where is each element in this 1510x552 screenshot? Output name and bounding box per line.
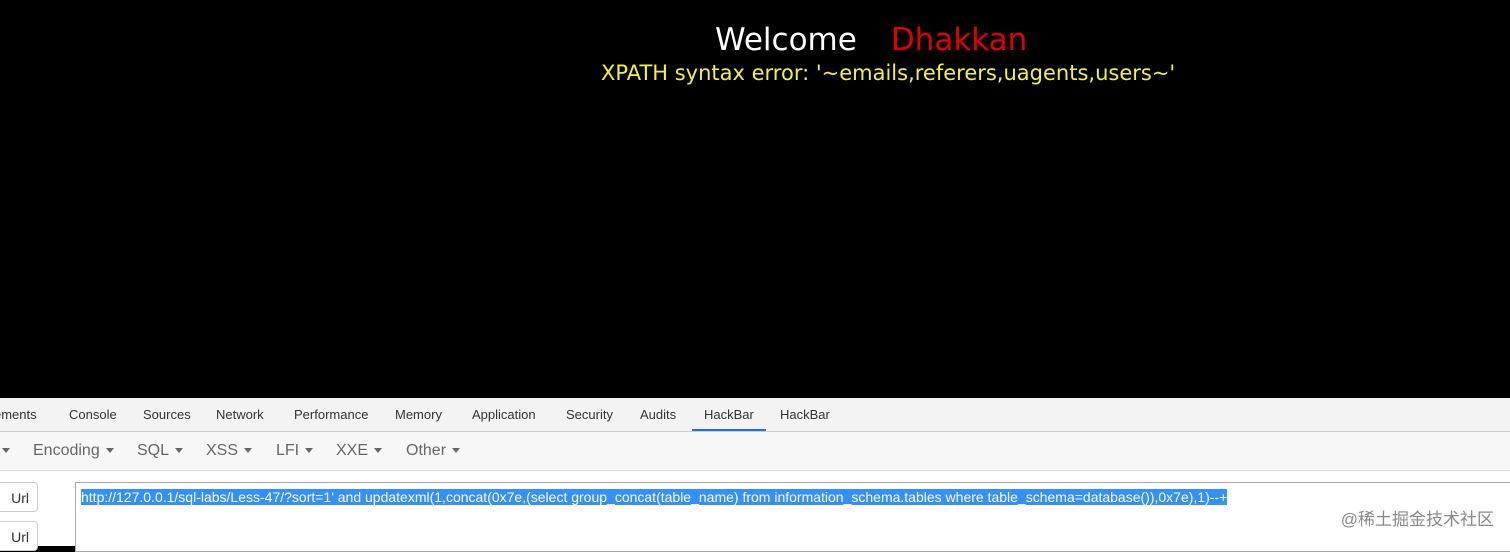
tab-hackbar-active[interactable]: HackBar <box>692 398 766 431</box>
tab-performance[interactable]: Performance <box>294 398 368 431</box>
chevron-down-icon <box>105 448 114 454</box>
menu-xss[interactable]: XSS <box>206 432 253 470</box>
tab-sources[interactable]: Sources <box>143 398 191 431</box>
menu-xxe[interactable]: XXE <box>336 432 383 470</box>
tab-security[interactable]: Security <box>566 398 613 431</box>
menu-other[interactable]: Other <box>406 432 461 470</box>
tab-memory[interactable]: Memory <box>395 398 442 431</box>
tab-hackbar[interactable]: HackBar <box>780 398 830 431</box>
tab-elements[interactable]: ements <box>0 398 37 431</box>
tab-network[interactable]: Network <box>216 398 264 431</box>
devtools-panel: ements Console Sources Network Performan… <box>0 398 1510 552</box>
menu-encoding[interactable]: Encoding <box>33 432 114 470</box>
chevron-down-icon <box>175 448 184 454</box>
watermark: @稀土掘金技术社区 <box>1340 510 1494 529</box>
xpath-error-message: XPATH syntax error: '~emails,referers,ua… <box>601 61 1176 85</box>
load-url-button[interactable]: Url <box>0 482 38 512</box>
url-text-selected: http://127.0.0.1/sql-labs/Less-47/?sort=… <box>81 489 1228 505</box>
chevron-down-icon <box>2 448 10 454</box>
chevron-down-icon <box>305 448 314 454</box>
chevron-down-icon <box>244 448 253 454</box>
welcome-line: Welcome Dhakkan <box>715 22 1027 58</box>
menu-lfi[interactable]: LFI <box>276 432 314 470</box>
hackbar-menubar: Encoding SQL XSS LFI XXE Other <box>0 432 1510 471</box>
menu-load-url[interactable] <box>0 432 10 470</box>
page-content: Welcome Dhakkan XPATH syntax error: '~ema… <box>0 0 1510 398</box>
welcome-text: Welcome <box>715 22 857 58</box>
devtools-tabbar: ements Console Sources Network Performan… <box>0 398 1510 432</box>
tab-console[interactable]: Console <box>69 398 117 431</box>
hackbar-body: Url Url http://127.0.0.1/sql-labs/Less-4… <box>0 471 1510 552</box>
url-textarea[interactable]: http://127.0.0.1/sql-labs/Less-47/?sort=… <box>75 482 1510 552</box>
chevron-down-icon <box>374 448 383 454</box>
tab-application[interactable]: Application <box>472 398 536 431</box>
chevron-down-icon <box>452 448 461 454</box>
menu-sql[interactable]: SQL <box>137 432 184 470</box>
username-text: Dhakkan <box>890 22 1028 58</box>
split-url-button[interactable]: Url <box>0 521 38 551</box>
tab-audits[interactable]: Audits <box>640 398 676 431</box>
